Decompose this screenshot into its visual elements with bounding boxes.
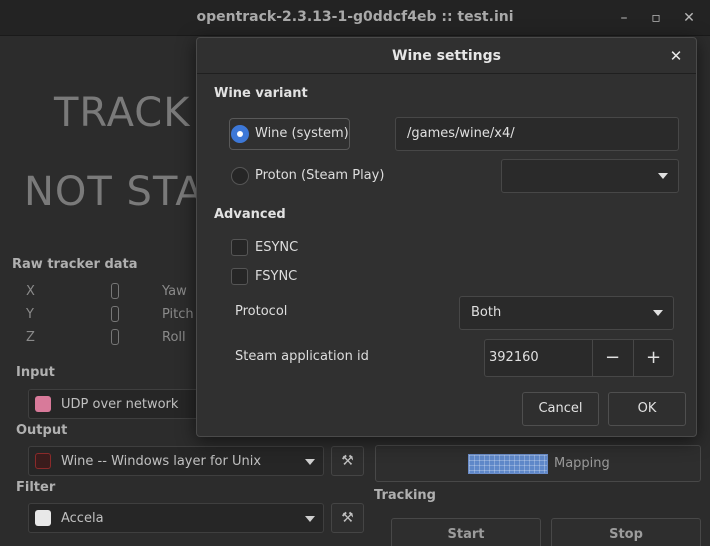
wine-glass-icon <box>35 453 51 469</box>
protocol-label: Protocol <box>235 304 288 319</box>
axis-z-value <box>111 329 119 345</box>
chevron-down-icon <box>658 173 668 179</box>
axis-x-label: X <box>26 284 35 299</box>
octopus-icon <box>35 396 51 412</box>
axis-roll-label: Roll <box>162 330 186 345</box>
output-label: Output <box>16 423 68 438</box>
input-label: Input <box>16 365 55 380</box>
proton-radio[interactable] <box>231 167 249 185</box>
protocol-select[interactable]: Both <box>459 296 674 330</box>
output-settings-button[interactable]: ⚒ <box>331 446 364 476</box>
axis-yaw-label: Yaw <box>162 284 187 299</box>
filter-combo-value: Accela <box>61 511 104 526</box>
chevron-down-icon <box>305 459 315 465</box>
dialog-title: Wine settings <box>392 48 501 64</box>
esync-label[interactable]: ESYNC <box>255 240 298 255</box>
close-icon[interactable]: ✕ <box>679 8 699 28</box>
raw-tracker-data-label: Raw tracker data <box>12 257 138 272</box>
proton-label[interactable]: Proton (Steam Play) <box>255 168 384 183</box>
steam-app-id-value: 392160 <box>489 350 539 365</box>
wine-system-label[interactable]: Wine (system) <box>255 126 349 141</box>
minimize-icon[interactable]: – <box>614 8 634 28</box>
filter-settings-button[interactable]: ⚒ <box>331 503 364 533</box>
not-started-text: NOT STA <box>24 169 204 215</box>
axis-y-label: Y <box>26 307 34 322</box>
filter-combo[interactable]: Accela <box>28 503 324 533</box>
maximize-icon[interactable]: ▫ <box>646 8 666 28</box>
tracking-status-text: TRACK <box>54 90 191 136</box>
wine-system-radio[interactable] <box>231 125 249 143</box>
filter-label: Filter <box>16 480 56 495</box>
input-combo[interactable]: UDP over network <box>28 389 208 419</box>
mapping-button[interactable]: Mapping <box>375 445 701 482</box>
wine-path-value: /games/wine/x4/ <box>407 126 515 141</box>
protocol-value: Both <box>471 305 502 320</box>
axis-y-value <box>111 306 119 322</box>
advanced-label: Advanced <box>214 207 286 222</box>
axis-pitch-label: Pitch <box>162 307 194 322</box>
chevron-down-icon <box>305 516 315 522</box>
steam-app-id-label: Steam application id <box>235 349 369 364</box>
increment-button[interactable]: + <box>633 340 673 376</box>
steam-app-id-spinbox[interactable]: 392160 − + <box>484 339 674 377</box>
tracking-label: Tracking <box>374 488 436 503</box>
wine-variant-label: Wine variant <box>214 86 308 101</box>
output-combo-value: Wine -- Windows layer for Unix <box>61 454 262 469</box>
output-combo[interactable]: Wine -- Windows layer for Unix <box>28 446 324 476</box>
proton-version-select[interactable] <box>501 159 679 193</box>
mapping-button-label: Mapping <box>554 456 610 471</box>
fsync-checkbox[interactable] <box>231 268 248 285</box>
window-titlebar: opentrack-2.3.13-1-g0ddcf4eb :: test.ini… <box>0 0 710 36</box>
input-combo-value: UDP over network <box>61 397 179 412</box>
start-button[interactable]: Start <box>391 518 541 546</box>
stop-button[interactable]: Stop <box>551 518 701 546</box>
wine-path-input[interactable]: /games/wine/x4/ <box>395 117 679 151</box>
axis-z-label: Z <box>26 330 35 345</box>
dialog-header: Wine settings ✕ <box>197 38 696 74</box>
window-title: opentrack-2.3.13-1-g0ddcf4eb :: test.ini <box>196 9 514 25</box>
decrement-button[interactable]: − <box>592 340 632 376</box>
cancel-button[interactable]: Cancel <box>522 392 599 426</box>
wine-settings-dialog: Wine settings ✕ Wine variant Wine (syste… <box>196 37 697 437</box>
close-icon[interactable]: ✕ <box>666 46 686 66</box>
mapping-curve-icon <box>468 454 548 474</box>
axis-x-value <box>111 283 119 299</box>
chevron-down-icon <box>653 310 663 316</box>
accela-icon <box>35 510 51 526</box>
esync-checkbox[interactable] <box>231 239 248 256</box>
ok-button[interactable]: OK <box>608 392 686 426</box>
fsync-label[interactable]: FSYNC <box>255 269 297 284</box>
